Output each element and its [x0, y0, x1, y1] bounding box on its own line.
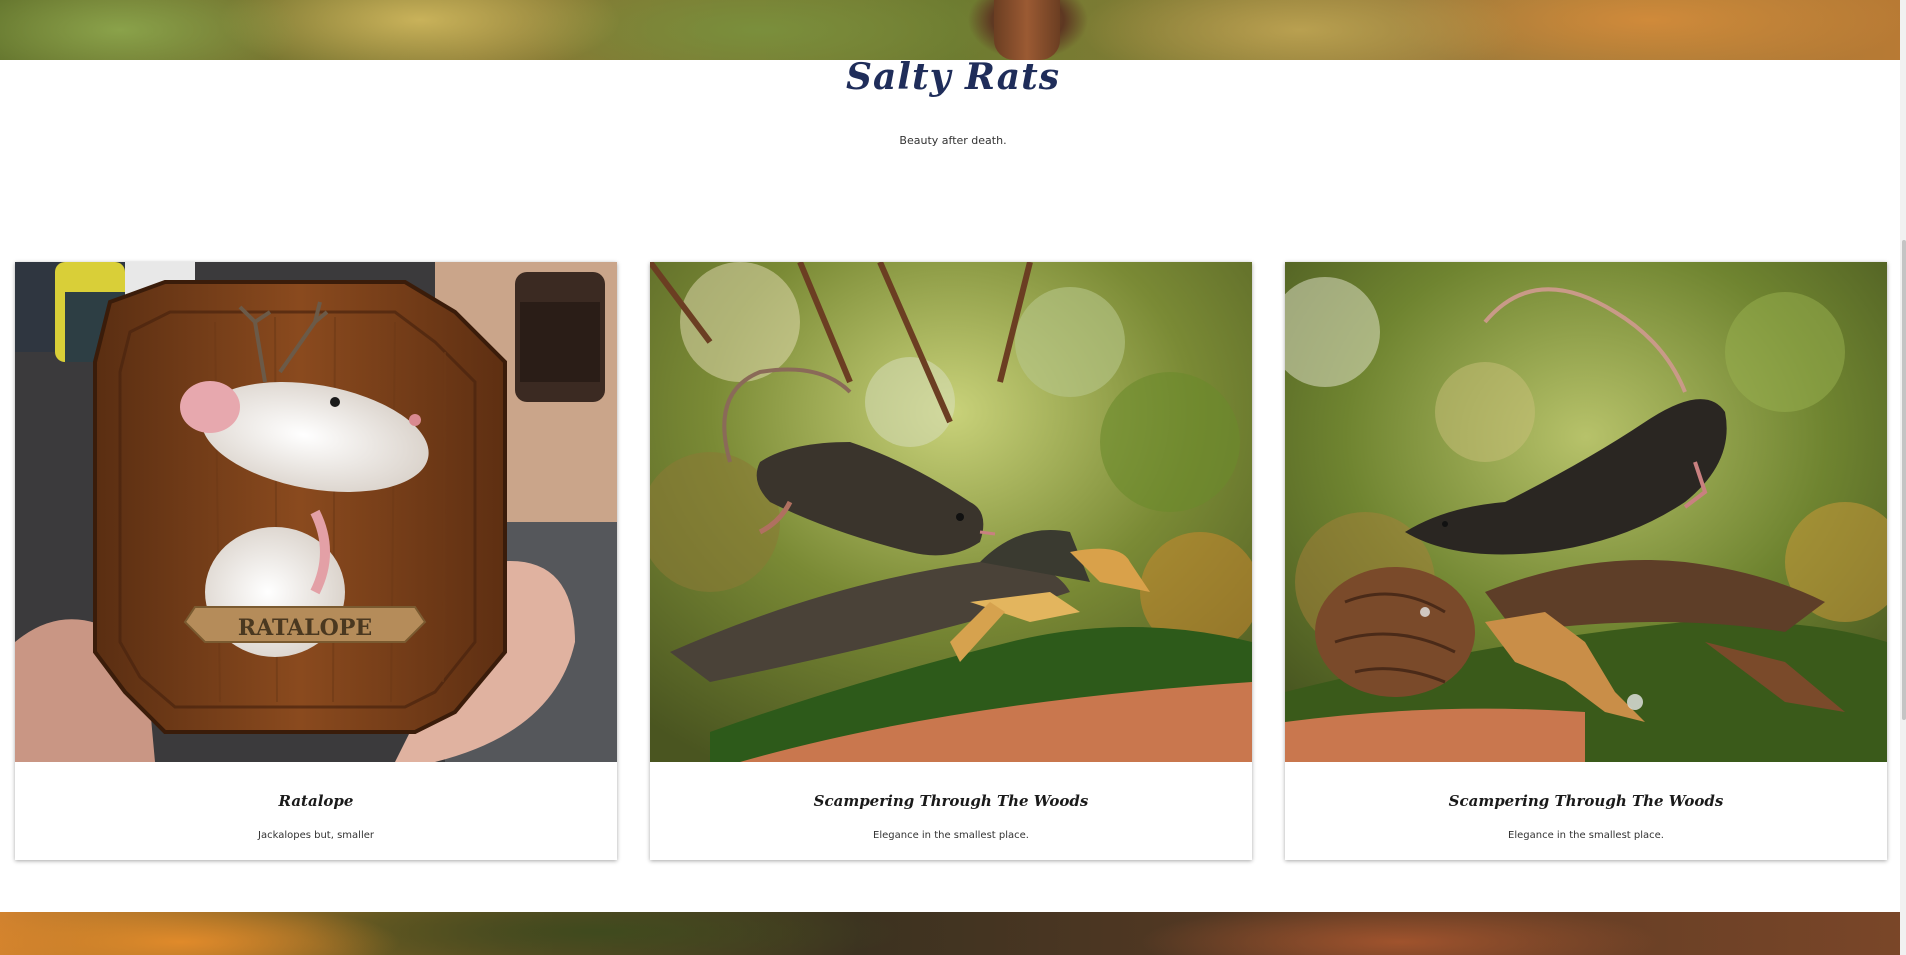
gallery-card[interactable]: Scampering Through The Woods Elegance in… [1285, 262, 1887, 860]
card-title[interactable]: Ratalope [15, 792, 617, 810]
card-title[interactable]: Scampering Through The Woods [1285, 792, 1887, 810]
card-image-woods-1[interactable] [650, 262, 1252, 762]
rat-leaping-photo [650, 262, 1252, 762]
scrollbar-thumb[interactable] [1902, 240, 1906, 720]
card-description: Elegance in the smallest place. [873, 830, 1029, 841]
gallery-card[interactable]: RATALOPE Ratalope Jackalopes but, smalle… [15, 262, 617, 860]
page-scrollbar[interactable] [1900, 0, 1906, 955]
card-description: Elegance in the smallest place. [1508, 830, 1664, 841]
gallery-grid: RATALOPE Ratalope Jackalopes but, smalle… [15, 262, 1887, 862]
rat-diving-photo [1285, 262, 1887, 762]
top-banner-image [0, 0, 1906, 60]
page-tagline: Beauty after death. [899, 134, 1007, 147]
ratalope-photo: RATALOPE [15, 262, 617, 762]
card-description: Jackalopes but, smaller [258, 830, 374, 841]
card-title[interactable]: Scampering Through The Woods [650, 792, 1252, 810]
ratalope-plaque-text: RATALOPE [238, 615, 372, 641]
card-image-woods-2[interactable] [1285, 262, 1887, 762]
page-title: Salty Rats [845, 56, 1061, 98]
card-image-ratalope[interactable]: RATALOPE [15, 262, 617, 762]
bottom-banner-image [0, 912, 1906, 955]
gallery-card[interactable]: Scampering Through The Woods Elegance in… [650, 262, 1252, 860]
tree-trunk-decor [994, 0, 1060, 60]
